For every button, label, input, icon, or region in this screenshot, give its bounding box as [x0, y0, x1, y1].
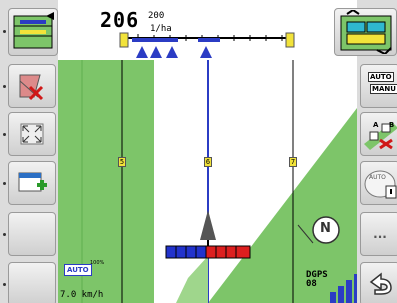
field-view-button[interactable] — [8, 8, 58, 56]
compass-label: N — [320, 221, 331, 236]
left-empty-button-2[interactable] — [8, 262, 56, 303]
auto-badge: AUTO — [64, 264, 92, 276]
delete-area-button[interactable] — [8, 64, 56, 108]
zoom-extent-button[interactable] — [8, 112, 56, 156]
add-window-icon — [18, 172, 47, 192]
back-arrow-icon — [369, 272, 392, 295]
section-map-icon — [340, 10, 392, 54]
delete-area-icon — [19, 74, 44, 101]
auto-percent: 100% — [90, 260, 105, 266]
top-bar: 206 200 1/ha — [58, 0, 357, 60]
speed-readout: 7.0 km/h — [60, 290, 104, 300]
ab-line-button[interactable]: A B — [360, 112, 397, 156]
auto-steer-icon — [364, 170, 397, 199]
field-map-canvas — [58, 60, 357, 303]
track-label-6: 6 — [204, 157, 212, 167]
auto-manu-bottom: MANU — [370, 84, 397, 94]
dgps-value: 08 — [306, 279, 317, 289]
add-boundary-button[interactable] — [8, 161, 56, 205]
auto-manu-top: AUTO — [368, 72, 394, 82]
track-label-7: 7 — [289, 157, 297, 167]
ab-line-label: A B — [373, 121, 397, 129]
auto-steer-label: AUTO — [369, 174, 386, 181]
expand-icon — [20, 123, 44, 145]
left-empty-button-1[interactable] — [8, 212, 56, 256]
auto-manual-button[interactable]: AUTO MANU — [360, 64, 397, 108]
field-grid-icon — [13, 12, 54, 49]
track-label-5: 5 — [118, 157, 126, 167]
more-button[interactable]: ... — [360, 212, 397, 256]
field-map[interactable]: 5 6 7 N AUTO 100% 7.0 km/h DGPS 08 — [58, 60, 357, 303]
auto-steer-button[interactable]: AUTO — [360, 161, 397, 205]
boom-bar — [119, 32, 295, 58]
more-icon: ... — [373, 227, 387, 241]
section-control-button[interactable] — [334, 8, 397, 56]
back-button[interactable] — [360, 262, 397, 303]
